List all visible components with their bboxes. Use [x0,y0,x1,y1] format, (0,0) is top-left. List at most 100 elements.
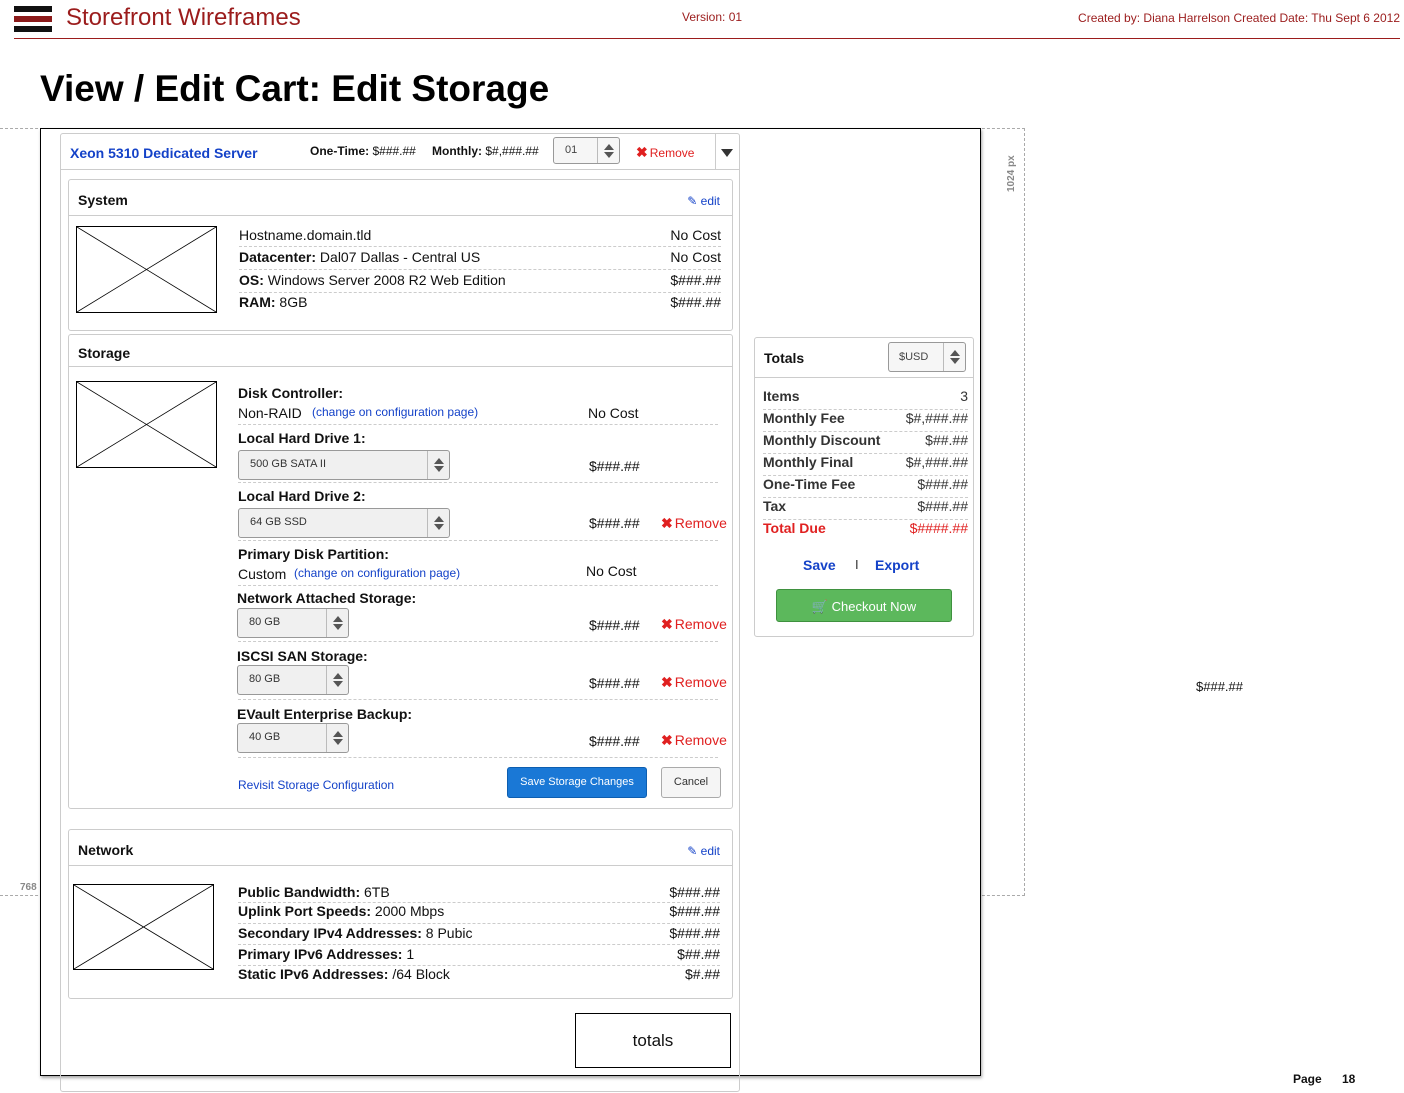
select-arrows-icon [326,724,348,752]
quantity-value: 01 [565,144,578,156]
close-icon: ✖ [636,144,648,160]
totals-label: One-Time Fee [763,476,856,492]
change-config-link[interactable]: (change on configuration page) [294,566,460,580]
remove-label: Remove [649,146,695,160]
totals-row: Monthly Discount $##.## [763,432,968,454]
partition-price: No Cost [586,563,637,579]
totals-row: Items 3 [763,388,968,410]
totals-value: $##.## [925,432,968,448]
collapse-divider [715,134,716,169]
image-placeholder [73,884,214,970]
currency-select[interactable]: $USD [888,342,966,372]
select-arrows-icon [427,451,449,479]
close-icon: ✖ [661,515,673,531]
save-storage-button[interactable]: Save Storage Changes [507,767,647,798]
export-link[interactable]: Export [875,557,919,573]
system-edit-link[interactable]: ✎ edit [687,194,720,208]
totals-title: Totals [764,350,805,366]
row-label: Static IPv6 Addresses: [238,966,389,982]
cart-icon: 🛒 [811,599,828,614]
iscsi-label: ISCSI SAN Storage: [237,648,368,664]
quantity-stepper[interactable]: 01 [553,137,620,164]
partition-label: Primary Disk Partition: [238,546,389,562]
list-item: OS: Windows Server 2008 R2 Web Edition $#… [239,272,721,293]
row-label: Primary IPv6 Addresses: [238,946,403,962]
list-item: RAM: 8GB $###.## [239,294,721,314]
network-edit-link[interactable]: ✎ edit [687,844,720,858]
remove-evault-button[interactable]: ✖ Remove [661,732,727,749]
select-arrows-icon [943,343,965,371]
row-divider [238,757,718,758]
totals-row: One-Time Fee $###.## [763,476,968,498]
evault-select[interactable]: 40 GB [237,723,349,753]
revisit-storage-link[interactable]: Revisit Storage Configuration [238,778,394,792]
row-label: RAM: [239,294,276,310]
drive1-label: Local Hard Drive 1: [238,430,366,446]
drive2-label: Local Hard Drive 2: [238,488,366,504]
nas-selected: 80 GB [249,616,281,628]
list-item: Uplink Port Speeds: 2000 Mbps $###.## [238,903,720,924]
storage-title: Storage [78,345,131,361]
iscsi-price: $###.## [589,675,640,691]
iscsi-select[interactable]: 80 GB [237,665,349,695]
list-item: Public Bandwidth: 6TB $###.## [238,884,720,903]
menu-icon[interactable] [14,6,52,32]
pencil-icon: ✎ [687,194,698,208]
panel-divider [69,366,732,367]
totals-label: Items [763,388,800,404]
storage-panel: Storage Disk Controller: Non-RAID (chang… [68,334,733,809]
row-price: $###.## [669,903,720,919]
image-placeholder [76,226,217,313]
remove-product-button[interactable]: ✖ Remove [636,144,694,161]
save-link[interactable]: Save [803,557,836,573]
totals-label: Monthly Discount [763,432,881,448]
system-title: System [78,192,128,208]
monthly-value: $#,###.## [485,144,539,158]
row-value: 8 Pubic [421,925,473,941]
onetime-price: One-Time: $###.## [310,144,416,158]
disk-controller-price: No Cost [588,405,639,421]
row-value: 1 [402,946,415,962]
row-price: $###.## [669,884,720,900]
product-name-link[interactable]: Xeon 5310 Dedicated Server [70,145,258,161]
width-guide-label: 1024 px [1006,155,1017,192]
row-value: Windows Server 2008 R2 Web Edition [263,272,506,288]
close-icon: ✖ [661,732,673,748]
row-divider [238,641,718,642]
row-price: $###.## [669,925,720,941]
row-label: Secondary IPv4 Addresses: [238,925,422,941]
chevron-down-icon[interactable] [721,149,733,157]
checkout-button[interactable]: 🛒 Checkout Now [776,589,952,622]
total-due-label: Total Due [763,520,826,536]
height-guide-label: 768 [20,882,37,893]
drive2-select[interactable]: 64 GB SSD [238,508,450,538]
row-price: $#.## [684,966,720,982]
nas-select[interactable]: 80 GB [237,608,349,638]
totals-row: Monthly Fee $#,###.## [763,410,968,432]
disk-controller-label: Disk Controller: [238,385,344,401]
list-item: Datacenter: Dal07 Dallas - Central US No … [239,249,721,270]
row-value: 6TB [360,884,390,900]
monthly-price: Monthly: $#,###.## [432,144,539,158]
stepper-arrows-icon[interactable] [597,138,619,163]
row-price: $##.## [677,946,720,962]
page-title: View / Edit Cart: Edit Storage [40,68,550,109]
remove-nas-button[interactable]: ✖ Remove [661,616,727,633]
remove-label: Remove [674,616,727,632]
panel-divider [69,865,732,866]
totals-placeholder: totals [575,1013,731,1068]
change-config-link[interactable]: (change on configuration page) [312,405,478,419]
remove-label: Remove [674,515,727,531]
partition-value: Custom [238,566,287,582]
totals-value: $#,###.## [905,410,968,426]
close-icon: ✖ [661,616,673,632]
list-item: Secondary IPv4 Addresses: 8 Pubic $###.## [238,925,720,945]
remove-drive2-button[interactable]: ✖ Remove [661,515,727,532]
remove-iscsi-button[interactable]: ✖ Remove [661,674,727,691]
onetime-label: One-Time: [310,144,370,158]
created-info: Created by: Diana Harrelson Created Date… [1078,11,1400,25]
cancel-button[interactable]: Cancel [661,767,721,798]
header-divider [14,38,1400,39]
drive1-select[interactable]: 500 GB SATA II [238,450,450,480]
checkout-label: Checkout Now [831,599,917,614]
